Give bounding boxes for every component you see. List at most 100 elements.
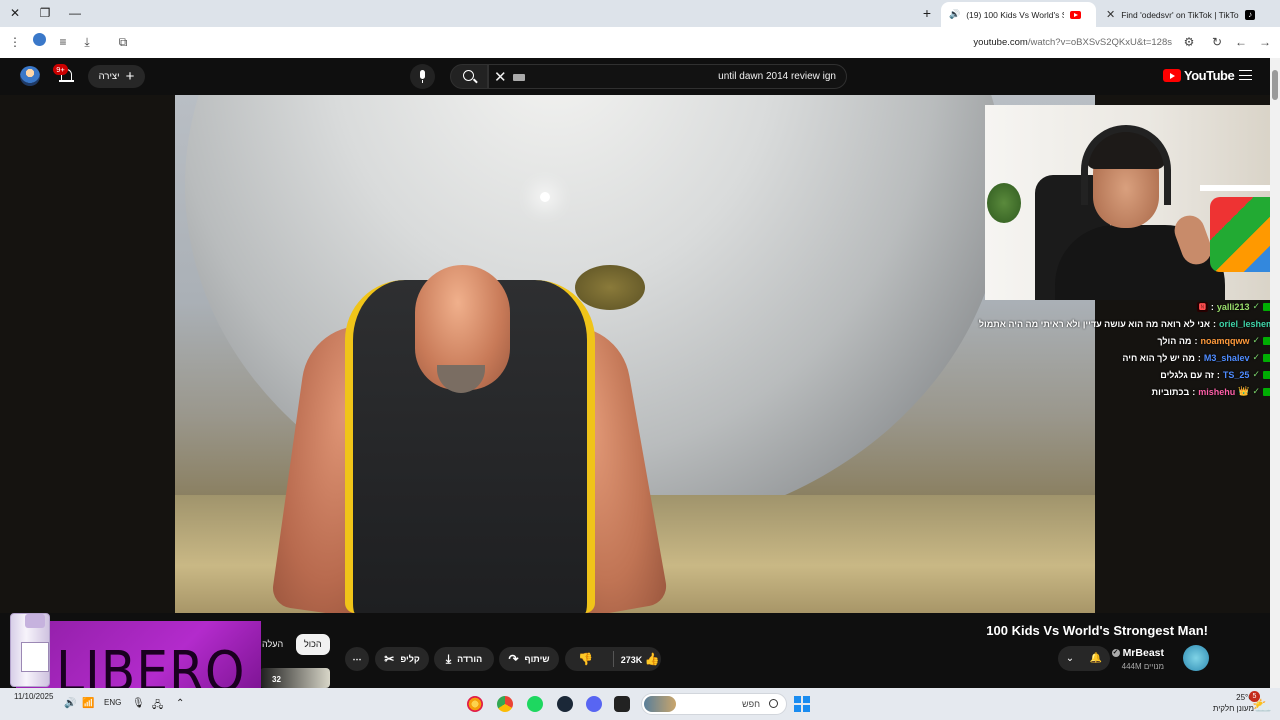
video-frame[interactable] bbox=[175, 95, 1095, 613]
wifi-icon[interactable]: 📶 bbox=[82, 698, 94, 709]
youtube-logo-text: YouTube bbox=[1184, 68, 1235, 83]
download-arrow-icon: ⤓ bbox=[445, 651, 452, 666]
chat-username: yalli213 bbox=[1216, 301, 1250, 312]
cam-shelf bbox=[1200, 185, 1280, 191]
share-label: שיתוף bbox=[524, 654, 550, 664]
chat-message: ✓ yalli213 : 🅽 bbox=[985, 298, 1280, 315]
spotify-icon[interactable] bbox=[527, 696, 543, 712]
chat-text: : bbox=[1192, 386, 1196, 397]
keyboard-icon[interactable] bbox=[513, 74, 525, 81]
dislike-button[interactable]: 👎 bbox=[565, 652, 607, 666]
taskbar-search-input[interactable]: חפש bbox=[641, 693, 787, 715]
streamer-webcam bbox=[985, 105, 1280, 300]
volume-icon[interactable]: 🔊 bbox=[64, 698, 76, 709]
create-button[interactable]: יצירה + bbox=[88, 65, 145, 88]
discord-icon[interactable] bbox=[586, 696, 602, 712]
close-window-icon[interactable]: ✕ bbox=[6, 5, 24, 21]
chrome-icon[interactable] bbox=[497, 696, 513, 712]
url-text: youtube.com/watch?v=oBXSvS2QKxU&t=128s bbox=[973, 37, 1172, 48]
verified-badge-icon: ✓ bbox=[1252, 301, 1260, 311]
chat-text: מה הולך bbox=[1157, 335, 1192, 346]
youtube-play-icon bbox=[1163, 69, 1181, 82]
tab-close-icon[interactable]: ✕ bbox=[1106, 8, 1115, 21]
verified-badge-icon: ✓ bbox=[1252, 352, 1260, 362]
like-button[interactable]: 273K 👍 bbox=[620, 652, 662, 666]
network-icon[interactable]: 🖧 bbox=[152, 698, 163, 715]
clear-search-icon[interactable]: ✕ bbox=[494, 68, 507, 86]
more-actions-button[interactable]: ⋯ bbox=[345, 647, 369, 671]
filter-chip-all[interactable]: הכול bbox=[296, 634, 330, 655]
guide-menu-icon[interactable] bbox=[1239, 70, 1252, 80]
back-icon[interactable]: ← bbox=[1232, 33, 1250, 51]
url-domain: youtube.com bbox=[973, 37, 1028, 48]
page-scrollbar[interactable] bbox=[1270, 58, 1280, 688]
restore-window-icon[interactable]: ❐ bbox=[36, 5, 54, 21]
download-button[interactable]: ⤓ הורדה bbox=[434, 647, 494, 671]
site-settings-icon[interactable]: ⚙ bbox=[1180, 33, 1198, 51]
chat-username: M3_shalev bbox=[1203, 352, 1250, 363]
tab-youtube[interactable]: 🔊 (19) 100 Kids Vs World's Str bbox=[941, 2, 1096, 27]
more-icon: ⋯ bbox=[352, 653, 362, 664]
clip-button[interactable]: ✂ קליפ bbox=[375, 647, 429, 671]
weather-widget[interactable]: 25°C מעונן חלקית bbox=[1213, 692, 1254, 714]
verified-badge-icon: ✓ bbox=[1252, 335, 1260, 345]
browser-tab-bar: ✕ ❐ — ✕ Find 'odedsvr' on TikTok | TikTo… bbox=[0, 0, 1280, 27]
chat-message: ✓ 👑 mishehu : בכתוביות bbox=[985, 383, 1280, 400]
download-icon[interactable]: ⤓ bbox=[78, 33, 96, 51]
subscriber-count: 444M מנויים bbox=[1121, 662, 1164, 671]
reading-list-icon[interactable]: ≡ bbox=[54, 33, 72, 51]
chevron-down-icon: ⌄ bbox=[1065, 653, 1075, 664]
tiktok-icon: ♪ bbox=[1245, 9, 1255, 20]
chat-username: TS_25 bbox=[1222, 369, 1250, 380]
tab-tiktok[interactable]: ✕ Find 'odedsvr' on TikTok | TikTo ♪ bbox=[1098, 2, 1263, 27]
reload-icon[interactable]: ↻ bbox=[1208, 33, 1226, 51]
weather-alert-badge: 5 bbox=[1249, 691, 1260, 702]
voice-search-mic-icon[interactable] bbox=[410, 64, 435, 89]
subscription-bell-button[interactable]: ⌄ 🔔 bbox=[1058, 646, 1110, 671]
terminal-icon[interactable] bbox=[614, 696, 630, 712]
youtube-icon bbox=[1070, 10, 1082, 19]
plane-light bbox=[540, 192, 550, 202]
youtube-logo[interactable]: YouTube bbox=[1163, 68, 1235, 83]
weather-temperature: 25°C bbox=[1236, 693, 1254, 702]
channel-name[interactable]: ✓ MrBeast bbox=[1111, 647, 1164, 659]
speaker-icon[interactable]: 🔊 bbox=[949, 9, 960, 20]
create-label: יצירה bbox=[98, 71, 120, 82]
chat-text: אני לא רואה מה הוא עושה עדיין ולא ראיתי … bbox=[978, 318, 1210, 329]
scrollbar-thumb[interactable] bbox=[1272, 70, 1278, 100]
forward-icon[interactable]: → bbox=[1256, 33, 1274, 51]
taskbar-app-icon[interactable] bbox=[467, 696, 483, 712]
windows-start-icon[interactable] bbox=[794, 696, 810, 712]
share-button[interactable]: ↷ שיתוף bbox=[499, 647, 559, 671]
tray-overflow-chevron-icon[interactable]: ⌃ bbox=[176, 698, 184, 709]
profile-avatar-icon[interactable] bbox=[30, 33, 48, 51]
share-arrow-icon: ↷ bbox=[508, 652, 519, 666]
thumbnail-text: 32 bbox=[272, 675, 281, 684]
address-bar[interactable]: youtube.com/watch?v=oBXSvS2QKxU&t=128s bbox=[140, 30, 1200, 55]
steam-icon[interactable] bbox=[557, 696, 573, 712]
like-count: 273K bbox=[620, 655, 643, 665]
notification-count-badge: 9+ bbox=[53, 64, 68, 75]
chat-username: noamqqww bbox=[1200, 335, 1250, 346]
minimize-window-icon[interactable]: — bbox=[66, 5, 84, 21]
menu-dots-icon[interactable]: ⋮ bbox=[6, 33, 24, 51]
microphone-icon[interactable]: 🎙 bbox=[132, 698, 145, 709]
video-player[interactable]: ✓ yalli213 : 🅽 oriel_leshem : אני לא רוא… bbox=[0, 95, 1280, 613]
system-date: 11/10/2025 bbox=[14, 692, 54, 701]
language-indicator[interactable]: ENG bbox=[104, 698, 121, 707]
new-tab-icon[interactable]: + bbox=[918, 5, 936, 21]
clip-label: קליפ bbox=[400, 654, 420, 664]
chat-message: ✓ M3_shalev : מה יש לך הוא חיה bbox=[985, 349, 1280, 366]
tab-title: Find 'odedsvr' on TikTok | TikTo bbox=[1121, 9, 1239, 20]
perfume-ad-overlay: LIBERO bbox=[6, 603, 261, 701]
search-input[interactable]: ✕ until dawn 2014 review ign bbox=[488, 64, 847, 89]
extensions-icon[interactable]: ⧉ bbox=[114, 33, 132, 51]
account-avatar[interactable] bbox=[20, 66, 40, 86]
chat-message: ✓ noamqqww : מה הולך bbox=[985, 332, 1280, 349]
chat-username: mishehu bbox=[1198, 386, 1236, 397]
like-dislike-group[interactable]: 👎 273K 👍 bbox=[565, 647, 661, 671]
related-video-thumbnail[interactable]: 32 bbox=[260, 668, 330, 688]
search-button[interactable] bbox=[450, 64, 488, 89]
search-highlight-image bbox=[644, 696, 676, 712]
channel-avatar[interactable] bbox=[1183, 645, 1209, 671]
